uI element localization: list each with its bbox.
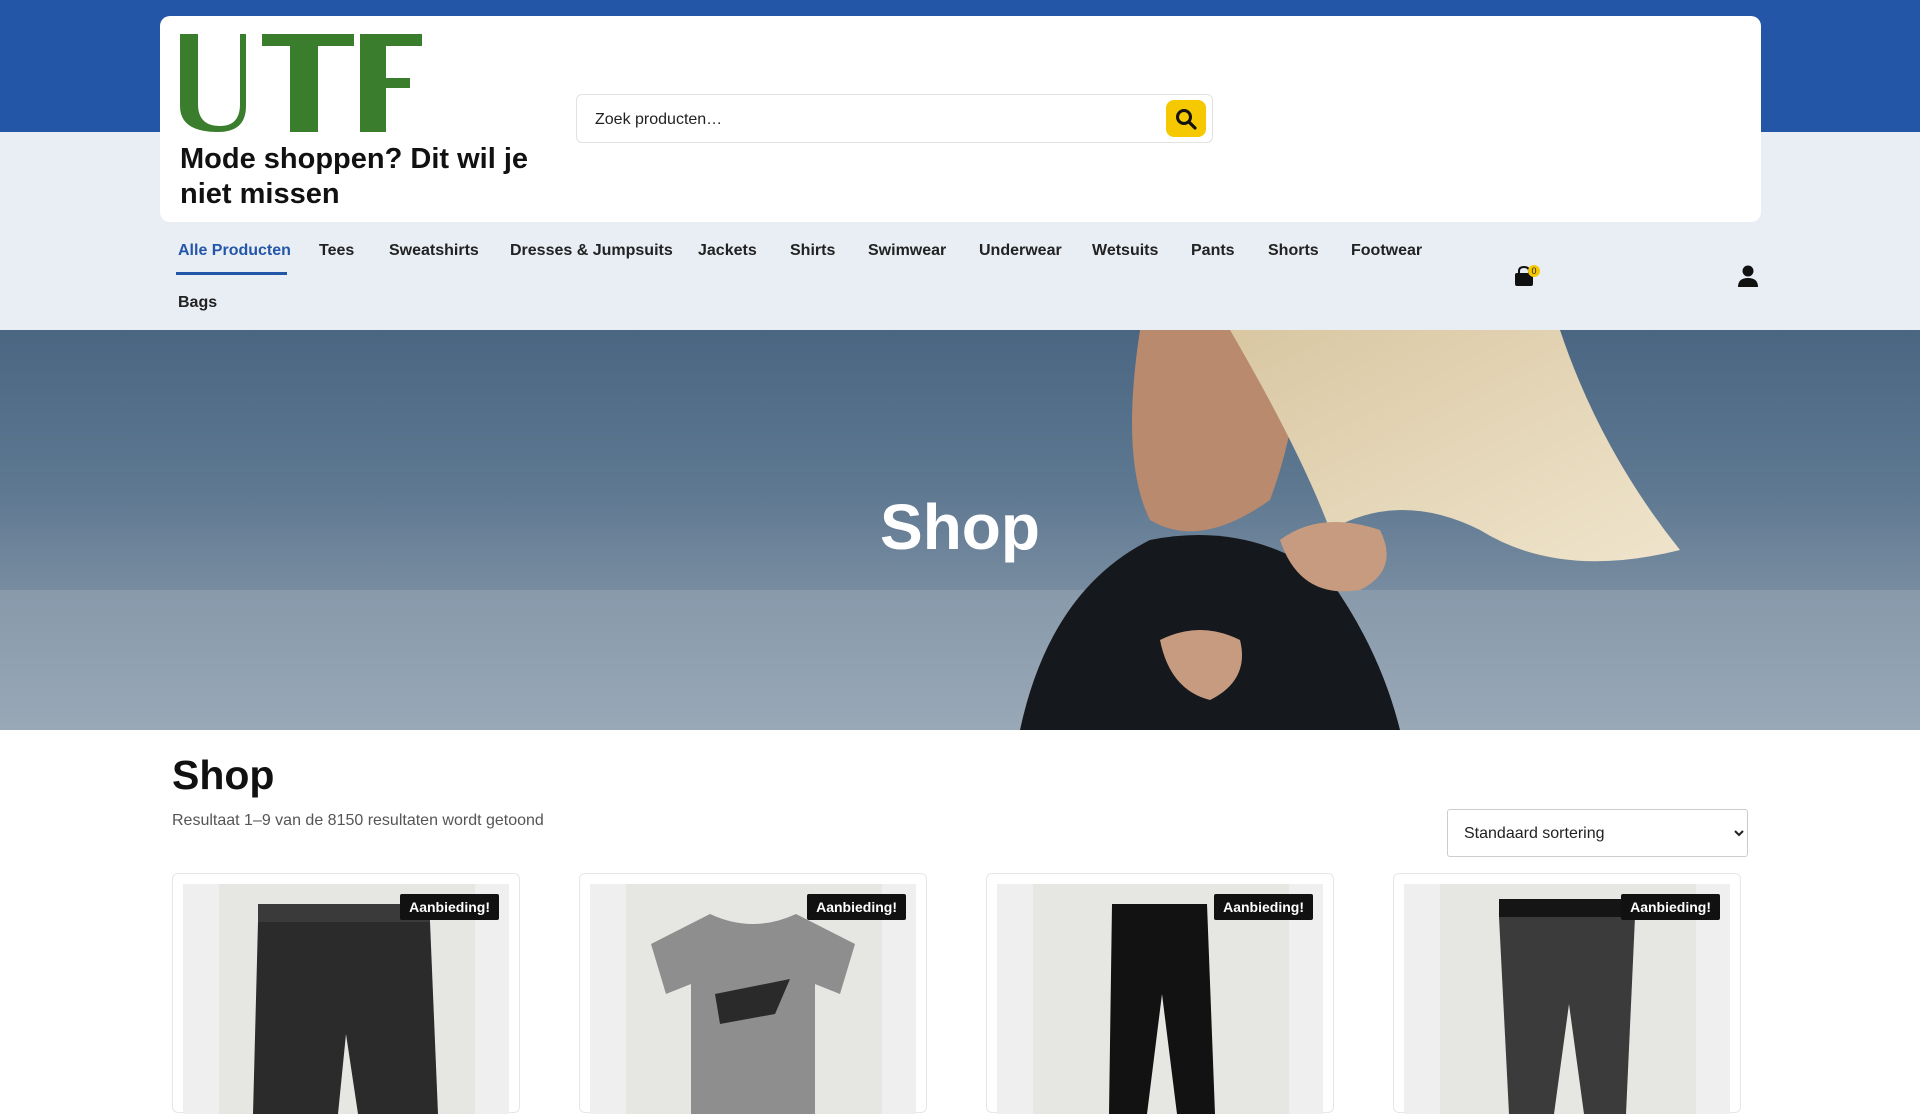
nav-item-swimwear[interactable]: Swimwear [868, 242, 946, 260]
nav-active-indicator [176, 272, 287, 275]
sale-badge: Aanbieding! [1214, 894, 1313, 920]
nav-item-bags[interactable]: Bags [178, 294, 217, 312]
search-input[interactable] [593, 95, 1157, 144]
nav-item-shorts[interactable]: Shorts [1268, 242, 1319, 260]
search-box [576, 94, 1213, 144]
nav-item-alle-producten[interactable]: Alle Producten [178, 242, 291, 260]
sort-select[interactable]: Standaard sortering [1447, 809, 1748, 857]
product-card[interactable]: Aanbieding! [172, 873, 520, 1114]
product-card[interactable]: Aanbieding! [579, 873, 927, 1114]
search-button[interactable] [1166, 100, 1206, 137]
nav-item-wetsuits[interactable]: Wetsuits [1092, 242, 1158, 260]
site-tagline: Mode shoppen? Dit wil je niet missen [180, 143, 528, 210]
nav-item-tees[interactable]: Tees [319, 242, 354, 260]
nav-item-shirts[interactable]: Shirts [790, 242, 835, 260]
cart-count-badge: 0 [1528, 265, 1540, 277]
search-icon [1176, 108, 1197, 130]
nav-item-underwear[interactable]: Underwear [979, 242, 1062, 260]
page-title: Shop [172, 752, 275, 798]
site-header: Mode shoppen? Dit wil je niet missen [160, 16, 1761, 222]
product-card[interactable]: Aanbieding! [1393, 873, 1741, 1114]
site-logo[interactable] [180, 34, 422, 134]
result-count: Resultaat 1–9 van de 8150 resultaten wor… [172, 812, 544, 829]
sale-badge: Aanbieding! [400, 894, 499, 920]
nav-item-jackets[interactable]: Jackets [698, 242, 757, 260]
product-card[interactable]: Aanbieding! [986, 873, 1334, 1114]
nav-item-dresses-jumpsuits[interactable]: Dresses & Jumpsuits [510, 242, 673, 260]
hero-banner: Shop [0, 330, 1920, 730]
hero-title: Shop [880, 491, 1040, 563]
nav-item-sweatshirts[interactable]: Sweatshirts [389, 242, 479, 260]
nav-item-pants[interactable]: Pants [1191, 242, 1235, 260]
user-icon[interactable] [1737, 264, 1759, 288]
nav-item-footwear[interactable]: Footwear [1351, 242, 1422, 260]
sale-badge: Aanbieding! [807, 894, 906, 920]
sale-badge: Aanbieding! [1621, 894, 1720, 920]
